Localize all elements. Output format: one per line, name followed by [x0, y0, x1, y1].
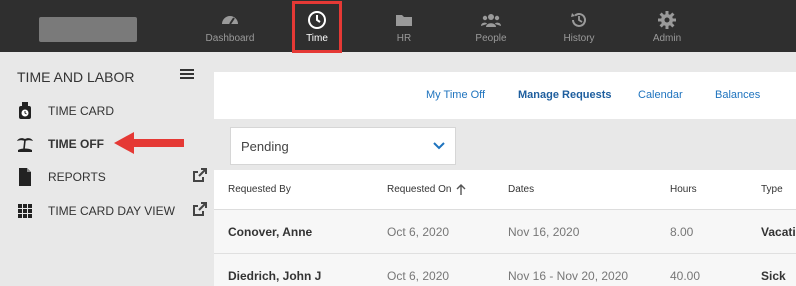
column-header-requested-by[interactable]: Requested By: [228, 184, 291, 195]
column-header-hours[interactable]: Hours: [670, 184, 697, 195]
history-icon: [571, 12, 586, 27]
nav-label: HR: [396, 33, 412, 44]
cell-requested-on: Oct 6, 2020: [387, 269, 450, 283]
cell-hours: 8.00: [670, 225, 694, 239]
hamburger-menu-icon[interactable]: [180, 69, 194, 81]
nav-hr[interactable]: HR: [364, 0, 444, 52]
nav-history[interactable]: History: [539, 0, 619, 52]
cell-hours: 40.00: [670, 269, 701, 283]
table-header: Requested By Requested On Dates Hours Ty…: [214, 170, 796, 210]
nav-label: History: [563, 33, 595, 44]
nav-admin[interactable]: Admin: [627, 0, 707, 52]
red-pointer-arrow: [114, 132, 184, 154]
sidebar-item-label: REPORTS: [48, 170, 106, 184]
chevron-down-icon: [433, 142, 445, 150]
people-icon: [481, 14, 501, 27]
cell-dates: Nov 16 - Nov 20, 2020: [508, 269, 629, 283]
document-icon: [19, 168, 31, 186]
company-logo[interactable]: [39, 17, 137, 42]
sidebar: TIME AND LABOR TIME CARD TIME OFF REPORT…: [0, 52, 214, 286]
sidebar-title: TIME AND LABOR: [17, 69, 135, 85]
top-nav-bar: Dashboard Time HR People History Admin: [0, 0, 796, 53]
tab-manage-requests[interactable]: Manage Requests: [518, 89, 612, 101]
sidebar-item-label: TIME OFF: [48, 137, 104, 151]
nav-label: Admin: [652, 33, 682, 44]
nav-label: People: [475, 33, 507, 44]
sidebar-item-time-card[interactable]: TIME CARD: [0, 98, 214, 126]
cell-requested-by: Conover, Anne: [228, 225, 313, 239]
status-filter-value: Pending: [241, 139, 289, 154]
sort-arrow-up-icon[interactable]: [456, 184, 466, 196]
column-header-requested-on[interactable]: Requested On: [387, 184, 452, 195]
sidebar-item-label: TIME CARD DAY VIEW: [48, 204, 175, 218]
sidebar-item-time-card-day-view[interactable]: TIME CARD DAY VIEW: [0, 198, 214, 226]
tab-my-time-off[interactable]: My Time Off: [426, 89, 485, 101]
table-row[interactable]: Diedrich, John J Oct 6, 2020 Nov 16 - No…: [214, 254, 796, 286]
cell-type: Sick: [761, 269, 786, 283]
folder-icon: [396, 15, 412, 26]
nav-time[interactable]: Time: [289, 0, 345, 53]
tab-calendar[interactable]: Calendar: [638, 89, 683, 101]
tab-bar: My Time Off Manage Requests Calendar Bal…: [214, 72, 796, 119]
nav-people[interactable]: People: [451, 0, 531, 52]
grid-icon: [18, 204, 32, 218]
cell-type: Vacati: [761, 225, 796, 239]
timecard-icon: [19, 102, 31, 119]
column-header-type[interactable]: Type: [761, 184, 783, 195]
nav-dashboard[interactable]: Dashboard: [190, 0, 270, 52]
cell-requested-by: Diedrich, John J: [228, 269, 322, 283]
gear-icon: [658, 11, 676, 29]
table-row[interactable]: Conover, Anne Oct 6, 2020 Nov 16, 2020 8…: [214, 210, 796, 254]
sidebar-item-label: TIME CARD: [48, 104, 114, 118]
main-content: My Time Off Manage Requests Calendar Bal…: [214, 72, 796, 286]
column-header-dates[interactable]: Dates: [508, 184, 534, 195]
speedometer-icon: [222, 16, 238, 25]
status-filter-select[interactable]: Pending: [230, 127, 456, 165]
nav-label: Time: [306, 33, 328, 44]
island-icon: [17, 138, 33, 152]
sidebar-item-reports[interactable]: REPORTS: [0, 164, 214, 192]
cell-requested-on: Oct 6, 2020: [387, 225, 450, 239]
clock-icon: [308, 11, 326, 29]
tab-balances[interactable]: Balances: [715, 89, 760, 101]
external-link-icon[interactable]: [193, 168, 207, 182]
cell-dates: Nov 16, 2020: [508, 225, 580, 239]
external-link-icon[interactable]: [193, 202, 207, 216]
nav-label: Dashboard: [205, 33, 255, 44]
